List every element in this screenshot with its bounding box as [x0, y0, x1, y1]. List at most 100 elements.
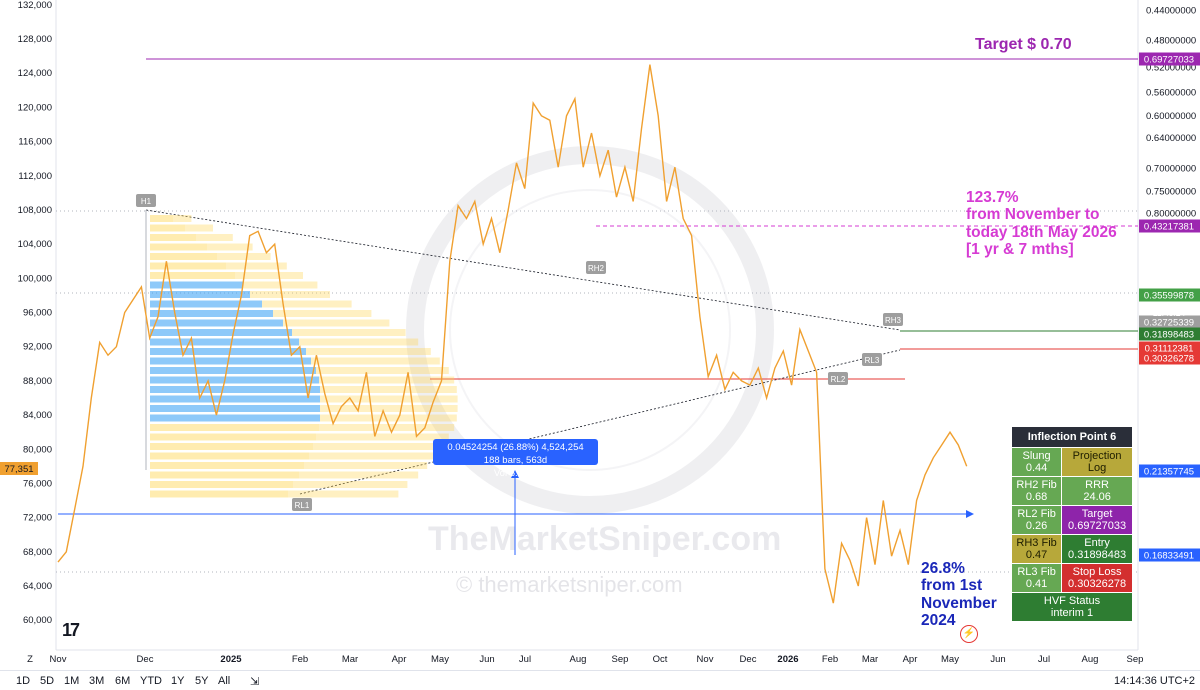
volume-profile-bar: [283, 319, 390, 327]
volume-profile-bar: [299, 471, 419, 479]
table-cell-line: RL3 Fib: [1017, 566, 1056, 578]
lightning-icon[interactable]: ⚡: [960, 625, 978, 643]
time-axis-tick: Nov: [697, 654, 714, 665]
volume-profile-bar: [150, 424, 319, 431]
table-cell: Slung 0.44: [1010, 447, 1063, 477]
table-row: Slung 0.44 Projection Log: [1010, 447, 1133, 477]
table-cell-line: 0.69727033: [1068, 520, 1127, 532]
volume-profile-bar: [311, 357, 440, 365]
left-axis-tick: 112,000: [18, 171, 52, 182]
volume-profile-bar: [319, 424, 455, 431]
time-axis-tick: Oct: [653, 654, 668, 665]
table-cell-line: 0.47: [1025, 549, 1048, 561]
table-cell-line: RH3 Fib: [1016, 537, 1057, 549]
clock-readout: 14:14:36 UTC+2: [1114, 675, 1196, 687]
timeframe-button-1m[interactable]: 1M: [64, 675, 79, 687]
left-axis-tick: 68,000: [23, 547, 52, 558]
table-cell-line: RRR: [1085, 479, 1110, 491]
watermark-logo-inner: [449, 189, 731, 471]
left-axis-tick: 100,000: [18, 273, 52, 284]
timeframe-button-5y[interactable]: 5Y: [195, 675, 208, 687]
timeframe-button-1y[interactable]: 1Y: [171, 675, 184, 687]
volume-profile-bar: [150, 471, 299, 479]
timeframe-button-5d[interactable]: 5D: [40, 675, 54, 687]
volume-profile-bar: [262, 300, 352, 308]
gain-annotation-top: 123.7% from November to today 18th May 2…: [966, 189, 1117, 258]
left-axis-tick: 92,000: [23, 342, 52, 353]
table-cell-line: RL2 Fib: [1017, 508, 1056, 520]
left-axis-tick: 124,000: [18, 68, 52, 79]
volume-profile-bar: [150, 462, 304, 469]
table-cell-line: Log: [1087, 462, 1107, 474]
right-axis-tick: 0.75000000: [1146, 187, 1196, 198]
volume-profile-bar: [150, 433, 316, 441]
table-cell: Stop Loss 0.30326278: [1061, 563, 1133, 593]
time-axis-tick: Aug: [570, 654, 587, 665]
table-cell: RH2 Fib 0.68: [1010, 476, 1063, 506]
timeframe-button-all[interactable]: All: [218, 675, 230, 687]
left-axis-tick: 76,000: [23, 478, 52, 489]
pivot-label: RL3: [865, 356, 880, 365]
gain-bottom-line: 2024: [921, 612, 956, 630]
volume-profile-bar: [196, 234, 233, 241]
volume-profile-bar: [150, 224, 185, 232]
timeframe-button-3m[interactable]: 3M: [89, 675, 104, 687]
gain-bottom-line: 26.8%: [921, 560, 965, 577]
date-range-icon[interactable]: ⇲: [250, 675, 259, 688]
time-axis-tick: Feb: [292, 654, 308, 665]
right-axis-tick: 0.64000000: [1146, 133, 1196, 144]
volume-profile-bar: [320, 414, 457, 422]
volume-profile-bar: [150, 319, 283, 327]
countdown-label: 11:45:24: [1153, 308, 1186, 318]
volume-profile-bar: [173, 215, 192, 222]
measure-arrow-right: [966, 510, 974, 518]
gain-bottom-line: November: [921, 594, 997, 612]
volume-profile-bar: [217, 253, 271, 260]
left-axis-tick: 116,000: [18, 137, 52, 148]
table-cell-line: 24.06: [1083, 491, 1111, 503]
volume-profile-bar: [150, 291, 250, 298]
volume-profile-bar: [150, 272, 235, 279]
volume-profile-bar: [288, 490, 399, 498]
price-tag: 0.35599878: [1144, 291, 1194, 302]
table-cell: RL3 Fib 0.41: [1010, 563, 1063, 593]
time-axis-tick: Z: [27, 654, 33, 665]
price-tag: 0.30326278: [1144, 354, 1194, 365]
table-body: Slung 0.44 Projection Log RH2 Fib 0.68 RRR 24.0…: [1010, 447, 1133, 593]
volume-profile-bar: [150, 253, 217, 260]
left-axis-tick: 60,000: [23, 615, 52, 626]
table-cell-line: 0.44: [1025, 462, 1048, 474]
left-axis-tick: 104,000: [18, 239, 52, 250]
table-cell-line: Target: [1081, 508, 1113, 520]
table-cell-line: Stop Loss: [1072, 566, 1122, 578]
tradingview-logo[interactable]: 17: [62, 620, 80, 641]
gain-top-line: from November to: [966, 206, 1100, 224]
bottom-toolbar: 1D 5D 1M 3M 6M YTD 1Y 5Y All ⇲ 14:14:36 UTC+2: [0, 670, 1200, 690]
measure-volume: Vol 6.23 B: [493, 468, 538, 479]
table-cell-line: interim 1: [1050, 607, 1094, 619]
volume-profile-bar: [150, 357, 311, 365]
time-axis-tick: Apr: [392, 654, 407, 665]
time-axis-tick: Jul: [1038, 654, 1050, 665]
volume-profile-bar: [293, 481, 408, 488]
gain-top-line: 123.7%: [966, 189, 1019, 206]
volume-profile-bar: [150, 281, 243, 289]
volume-profile-bar: [313, 443, 444, 450]
right-axis-tick: 0.48000000: [1146, 35, 1196, 46]
volume-profile-bar: [150, 329, 292, 336]
volume-profile-bar: [150, 452, 309, 460]
timeframe-button-1d[interactable]: 1D: [16, 675, 30, 687]
volume-profile-bar: [185, 224, 213, 232]
time-axis-tick: May: [941, 654, 959, 665]
left-axis-tick: 80,000: [23, 444, 52, 455]
measure-bars: 188 bars, 563d: [483, 455, 548, 466]
watermark-brand: TheMarketSniper.com: [428, 520, 782, 558]
price-tag: 0.32725339: [1144, 318, 1194, 329]
time-axis-tick: 2025: [220, 654, 242, 665]
timeframe-button-6m[interactable]: 6M: [115, 675, 130, 687]
table-row: RH3 Fib 0.47 Entry 0.31898483: [1010, 534, 1133, 564]
volume-profile-bar: [150, 376, 319, 384]
left-axis-tick: 88,000: [23, 376, 52, 387]
right-axis-tick: 0.60000000: [1146, 111, 1196, 122]
timeframe-button-ytd[interactable]: YTD: [140, 675, 162, 687]
